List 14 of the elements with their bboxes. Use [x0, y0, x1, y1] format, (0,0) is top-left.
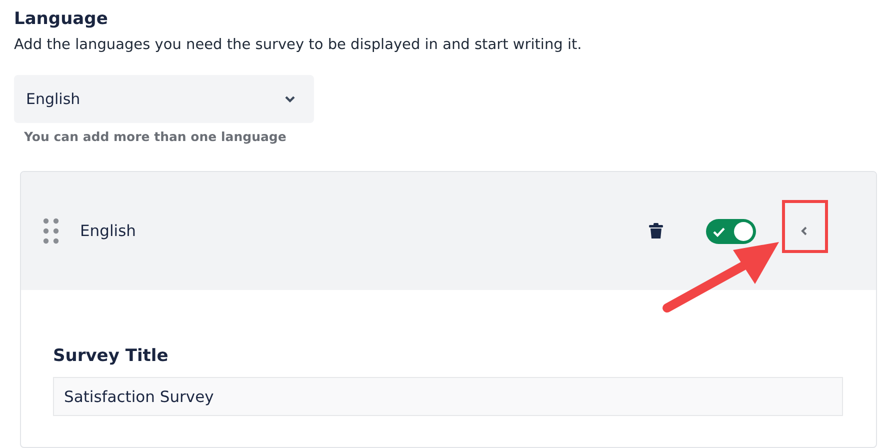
checkmark-icon: [713, 226, 725, 236]
title-input-field[interactable]: Satisfaction Survey: [53, 377, 843, 416]
toggle-switch[interactable]: [706, 218, 756, 244]
language-dropdown[interactable]: English: [14, 75, 314, 123]
field-label: Survey Title: [53, 345, 170, 368]
language-name: English: [80, 222, 136, 240]
helper-text: You can add more than one language: [24, 129, 288, 144]
highlight-rectangle: [782, 200, 828, 253]
chevron-left-icon: [800, 226, 808, 236]
chevron-down-icon: [284, 95, 296, 103]
drag-handle-icon[interactable]: [43, 218, 59, 244]
section-title: Language: [14, 8, 109, 31]
section-description: Add the languages you need the survey to be displayed in and start writing it.: [14, 36, 583, 55]
trash-icon[interactable]: [649, 223, 663, 239]
